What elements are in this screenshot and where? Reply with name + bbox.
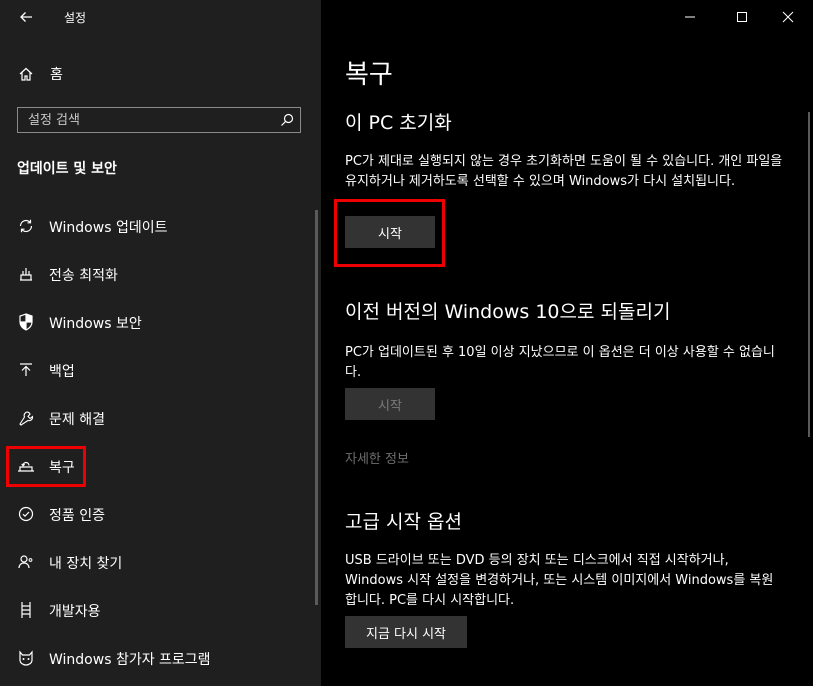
advanced-startup-heading: 고급 시작 옵션 [345, 511, 462, 533]
sidebar-item-label: 전송 최적화 [49, 268, 118, 284]
search-box[interactable] [17, 107, 301, 133]
check-circle-icon [17, 504, 35, 524]
reset-pc-start-button[interactable]: 시작 [345, 216, 435, 248]
minimize-button[interactable] [667, 0, 713, 34]
sidebar-item-windows-security[interactable]: Windows 보안 [0, 300, 321, 344]
sidebar-item-label: 내 장치 찾기 [49, 556, 123, 572]
sidebar-item-label: Windows 보안 [49, 316, 142, 332]
advanced-startup-description: USB 드라이브 또는 DVD 등의 장치 또는 디스크에서 직접 시작하거나,… [345, 553, 774, 608]
close-button[interactable] [765, 0, 811, 34]
learn-more-link: 자세한 정보 [345, 452, 409, 467]
sidebar-item-recovery[interactable]: 복구 [0, 444, 321, 488]
section-title: 업데이트 및 보안 [17, 161, 117, 177]
home-icon [17, 65, 35, 83]
recovery-icon [17, 456, 35, 476]
page-title: 복구 [345, 60, 393, 90]
upload-arrow-icon [17, 360, 35, 380]
sync-icon [17, 216, 35, 236]
sidebar-item-developers[interactable]: 개발자용 [0, 588, 321, 632]
cat-icon [17, 648, 35, 668]
sidebar-item-label: 문제 해결 [49, 412, 105, 428]
close-icon [782, 11, 794, 23]
back-arrow-icon [20, 12, 32, 22]
sidebar-item-backup[interactable]: 백업 [0, 348, 321, 392]
go-back-heading: 이전 버전의 Windows 10으로 되돌리기 [345, 301, 671, 323]
sidebar-item-label: 복구 [49, 460, 75, 476]
sidebar-scrollbar[interactable] [315, 210, 318, 605]
sidebar-home[interactable]: 홈 [17, 63, 63, 85]
maximize-button[interactable] [719, 0, 765, 34]
home-label: 홈 [50, 67, 63, 83]
settings-window: 설정 홈 업데이트 및 보안 Windows 업데이트 전송 최적화 [0, 0, 813, 686]
sidebar-item-delivery-optimization[interactable]: 전송 최적화 [0, 252, 321, 296]
sidebar-item-troubleshoot[interactable]: 문제 해결 [0, 396, 321, 440]
minimize-icon [685, 16, 695, 18]
back-button[interactable] [14, 6, 38, 28]
developer-icon [17, 600, 35, 620]
person-location-icon [17, 552, 35, 572]
search-input[interactable] [18, 108, 278, 132]
restart-now-button[interactable]: 지금 다시 시작 [345, 616, 467, 648]
sidebar-item-windows-update[interactable]: Windows 업데이트 [0, 204, 321, 248]
shield-icon [17, 312, 35, 332]
sidebar-item-label: 정품 인증 [49, 508, 105, 524]
sidebar-item-label: Windows 참가자 프로그램 [49, 652, 211, 668]
sidebar-item-insider-program[interactable]: Windows 참가자 프로그램 [0, 636, 321, 680]
search-icon[interactable] [279, 112, 295, 128]
main-panel: 복구 이 PC 초기화 PC가 제대로 실행되지 않는 경우 초기화하면 도움이… [321, 0, 813, 686]
wrench-icon [17, 408, 35, 428]
go-back-start-button[interactable]: 시작 [345, 388, 435, 420]
reset-pc-description: PC가 제대로 실행되지 않는 경우 초기화하면 도움이 될 수 있습니다. 개… [345, 154, 783, 189]
sidebar-item-activation[interactable]: 정품 인증 [0, 492, 321, 536]
reset-pc-heading: 이 PC 초기화 [345, 112, 452, 134]
sidebar: 설정 홈 업데이트 및 보안 Windows 업데이트 전송 최적화 [0, 0, 321, 686]
window-title: 설정 [64, 11, 87, 25]
sidebar-item-label: Windows 업데이트 [49, 220, 168, 236]
sidebar-item-label: 개발자용 [49, 604, 101, 620]
go-back-description: PC가 업데이트된 후 10일 이상 지났으므로 이 옵션은 더 이상 사용할 … [345, 345, 775, 380]
sidebar-item-label: 백업 [49, 364, 75, 380]
maximize-icon [737, 12, 747, 22]
main-scrollbar[interactable] [808, 112, 810, 437]
delivery-optimization-icon [17, 264, 35, 284]
sidebar-item-find-my-device[interactable]: 내 장치 찾기 [0, 540, 321, 584]
